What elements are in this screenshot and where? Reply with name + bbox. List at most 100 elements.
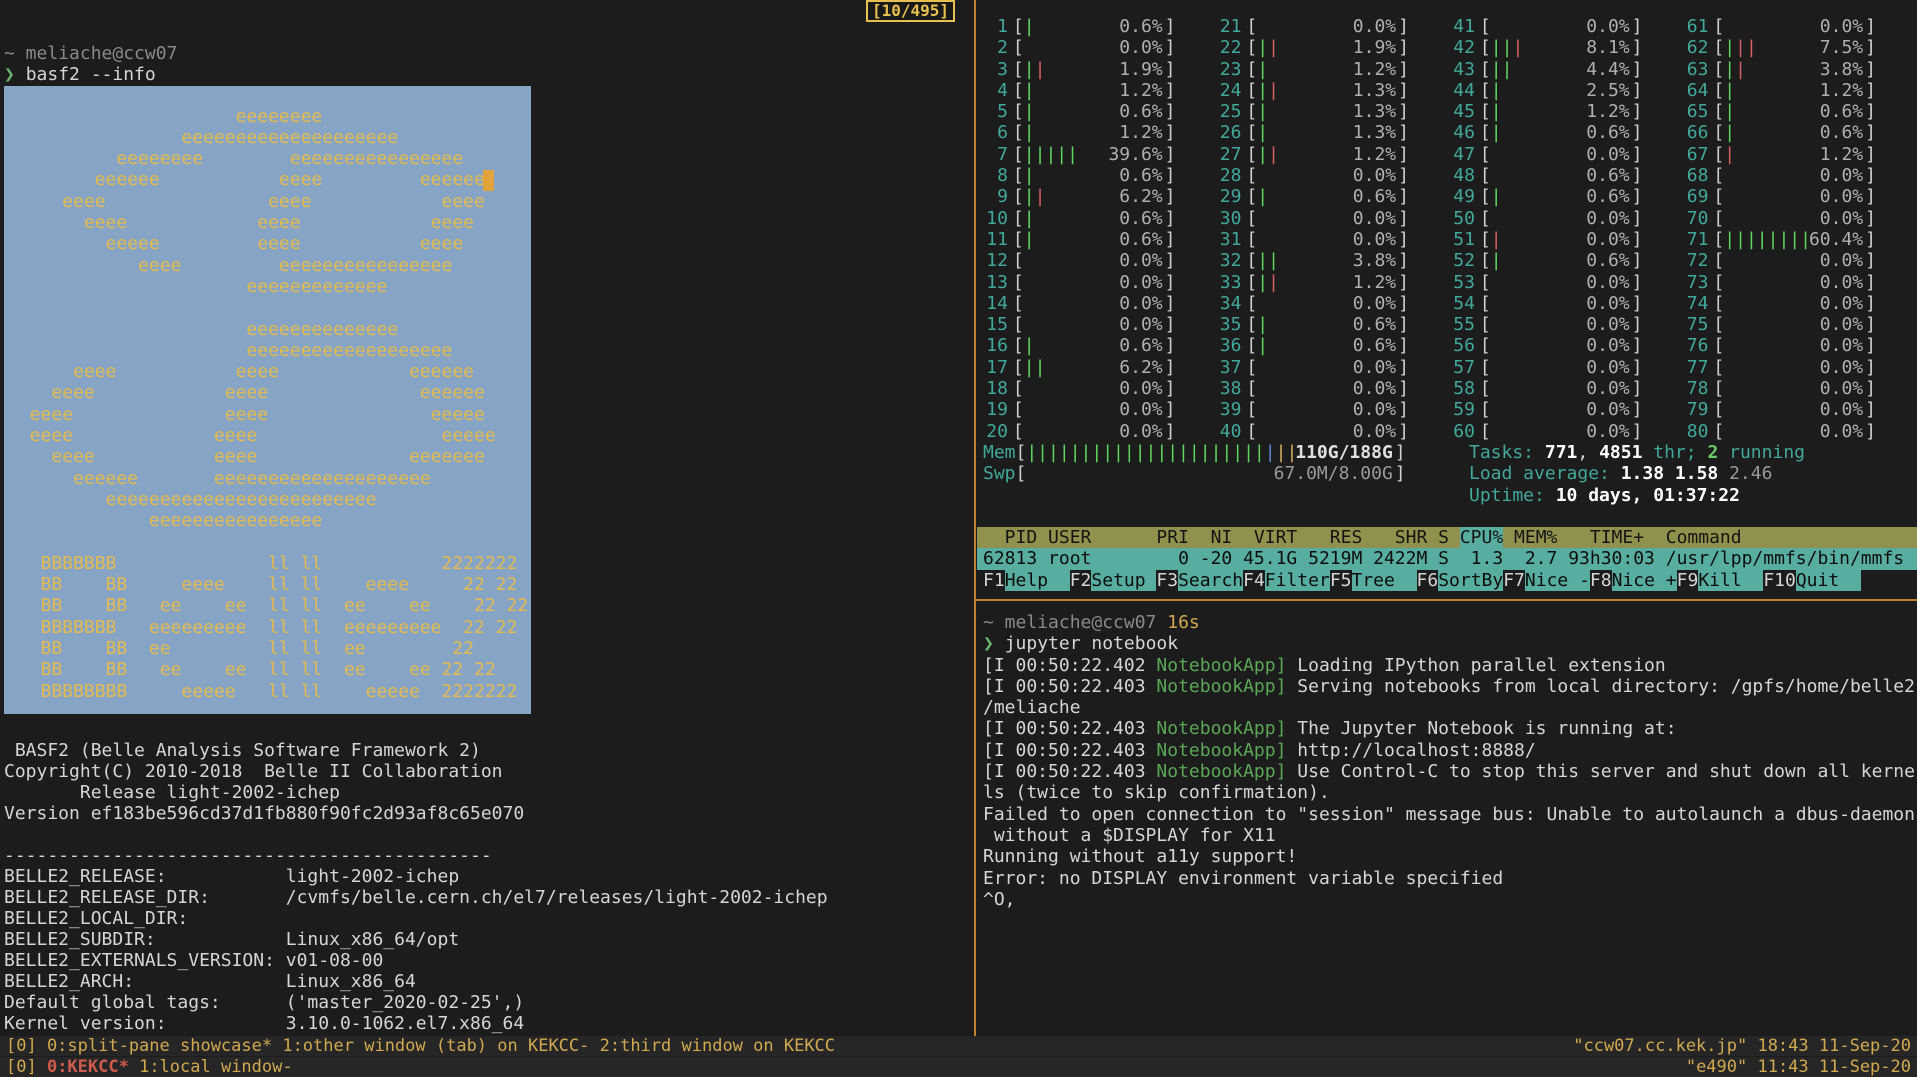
process-row-selected[interactable]: 62813 root 0 -20 45.1G 5219M 2422M S 1.3… [977,548,1917,569]
tmux-status-bar-local: [0] 0:KEKCC* 1:local window- "e490" 11:4… [0,1057,1917,1077]
tmux-window-list[interactable]: [0] 0:KEKCC* 1:local window- [6,1057,293,1077]
log-line: [I 00:50:22.403 NotebookApp] The Jupyter… [983,718,1917,739]
log-line: Error: no DISPLAY environment variable s… [983,868,1917,889]
cpu-meter-79: 79[0.0%] [1684,399,1917,420]
cpu-meter-54: 54[0.0%] [1450,293,1684,314]
cpu-meter-53: 53[0.0%] [1450,272,1684,293]
cpu-meter-76: 76[0.0%] [1684,335,1917,356]
load-average-line: Load average: 1.38 1.58 2.46 [1469,463,1805,484]
fnkey-f4[interactable]: F4Filter [1243,570,1330,591]
cursor-block [483,170,494,191]
swp-label: Swp [983,463,1016,484]
cpu-meter-24: 24[||1.3%] [1217,80,1451,101]
process-table-header[interactable]: PID USER PRI NI VIRT RES SHR S CPU% MEM%… [977,527,1917,548]
cpu-meter-70: 70[0.0%] [1684,208,1917,229]
cpu-meter-39: 39[0.0%] [1217,399,1451,420]
cpu-meter-50: 50[0.0%] [1450,208,1684,229]
cpu-meter-45: 45[|1.2%] [1450,101,1684,122]
cpu-meter-5: 5[|0.6%] [983,101,1217,122]
cpu-meter-67: 67[|1.2%] [1684,144,1917,165]
left-shell-pane[interactable]: ~ meliache@ccw07 ❯ basf2 --info eeeeeeee… [0,0,973,1036]
tmux-status-bar-remote: [0] 0:split-pane showcase* 1:other windo… [0,1036,1917,1056]
cpu-meter-34: 34[0.0%] [1217,293,1451,314]
tmux-host-clock: "ccw07.cc.kek.jp" 18:43 11-Sep-20 [1573,1036,1911,1056]
sort-column-cpu[interactable]: CPU% [1460,527,1503,548]
cpu-meter-41: 41[0.0%] [1450,16,1684,37]
cpu-meter-37: 37[0.0%] [1217,357,1451,378]
cpu-meter-63: 63[||3.8%] [1684,59,1917,80]
fnkey-f5[interactable]: F5Tree [1330,570,1417,591]
fnkey-f2[interactable]: F2Setup [1070,570,1157,591]
command-text: basf2 --info [26,64,156,85]
cpu-meter-21: 21[0.0%] [1217,16,1451,37]
mem-bar: ||||||||||||||||||||||||| [1026,442,1297,463]
prompt-arrow: ❯ [4,64,15,85]
cpu-meter-28: 28[0.0%] [1217,165,1451,186]
cpu-meter-2: 2[0.0%] [983,37,1217,58]
cpu-meter-12: 12[0.0%] [983,250,1217,271]
cpu-meter-72: 72[0.0%] [1684,250,1917,271]
uptime-line: Uptime: 10 days, 01:37:22 [1469,485,1805,506]
cpu-meter-73: 73[0.0%] [1684,272,1917,293]
fnkey-f10[interactable]: F10Quit [1763,570,1861,591]
pane-divider-vertical[interactable] [974,0,976,1036]
cpu-meter-47: 47[0.0%] [1450,144,1684,165]
memory-meters-row: Mem[|||||||||||||||||||||||||110G/188G] … [983,442,1917,506]
log-line: ^O, [983,889,1917,910]
cpu-meter-80: 80[0.0%] [1684,421,1917,442]
cpu-meter-13: 13[0.0%] [983,272,1217,293]
pane-divider-horizontal[interactable] [976,599,1917,601]
cpu-meter-20: 20[0.0%] [983,421,1217,442]
cpu-meter-11: 11[|0.6%] [983,229,1217,250]
fnkey-f9[interactable]: F9Kill [1677,570,1764,591]
cpu-meter-62: 62[|||7.5%] [1684,37,1917,58]
cpu-meter-10: 10[|0.6%] [983,208,1217,229]
fnkey-f3[interactable]: F3Search [1156,570,1243,591]
cpu-meter-69: 69[0.0%] [1684,186,1917,207]
jupyter-log-output: [I 00:50:22.402 NotebookApp] Loading IPy… [983,655,1917,911]
basf2-info-text: BASF2 (Belle Analysis Software Framework… [4,740,973,1034]
cpu-meter-29: 29[|0.6%] [1217,186,1451,207]
command-duration: 16s [1167,612,1200,633]
command-line: ❯ jupyter notebook [983,633,1917,654]
tmux-window-active: 0:KEKCC* [47,1057,129,1077]
basf2-logo-box: eeeeeeee eeeeeeeeeeeeeeeeeeee eeeeeeee e… [4,86,531,714]
system-stats: Tasks: 771, 4851 thr; 2 running Load ave… [1469,442,1805,506]
log-line: /meliache [983,697,1917,718]
cpu-meter-43: 43[||4.4%] [1450,59,1684,80]
mem-value: 110G/188G [1295,442,1393,463]
cpu-meter-7: 7[|||||39.6%] [983,144,1217,165]
cpu-meter-66: 66[|0.6%] [1684,122,1917,143]
cpu-meter-17: 17[||6.2%] [983,357,1217,378]
fnkey-f6[interactable]: F6SortBy [1417,570,1504,591]
swp-value: 67.0M/8.00G [1274,463,1393,484]
log-line: [I 00:50:22.402 NotebookApp] Loading IPy… [983,655,1917,676]
fnkey-f1[interactable]: F1Help [983,570,1070,591]
cpu-meter-40: 40[0.0%] [1217,421,1451,442]
cpu-meters-grid: 1[|0.6%]2[0.0%]3[||1.9%]4[|1.2%]5[|0.6%]… [983,16,1917,442]
fnkey-f7[interactable]: F7Nice - [1503,570,1590,591]
cpu-meter-75: 75[0.0%] [1684,314,1917,335]
cpu-meter-49: 49[|0.6%] [1450,186,1684,207]
htop-function-key-bar: F1HelpF2SetupF3SearchF4FilterF5TreeF6Sor… [983,570,1917,591]
cpu-meter-1: 1[|0.6%] [983,16,1217,37]
cpu-meter-19: 19[0.0%] [983,399,1217,420]
cpu-meter-36: 36[|0.6%] [1217,335,1451,356]
cpu-meter-22: 22[||1.9%] [1217,37,1451,58]
cpu-meter-48: 48[0.6%] [1450,165,1684,186]
cpu-meter-52: 52[|0.6%] [1450,250,1684,271]
cpu-meter-27: 27[||1.2%] [1217,144,1451,165]
prompt-arrow: ❯ [983,633,994,654]
basf2-ascii-logo: eeeeeeee eeeeeeeeeeeeeeeeeeee eeeeeeee e… [4,86,531,714]
jupyter-shell-pane[interactable]: ~ meliache@ccw07 16s ❯ jupyter notebook … [977,604,1917,1034]
fnkey-f8[interactable]: F8Nice + [1590,570,1677,591]
htop-pane[interactable]: 1[|0.6%]2[0.0%]3[||1.9%]4[|1.2%]5[|0.6%]… [977,0,1917,598]
prompt-context: ~ meliache@ccw07 [4,43,973,64]
tmux-window-list[interactable]: [0] 0:split-pane showcase* 1:other windo… [6,1036,835,1056]
cpu-meter-56: 56[0.0%] [1450,335,1684,356]
cpu-meter-18: 18[0.0%] [983,378,1217,399]
log-line: [I 00:50:22.403 NotebookApp] Serving not… [983,676,1917,697]
log-line: [I 00:50:22.403 NotebookApp] http://loca… [983,740,1917,761]
cpu-meter-6: 6[|1.2%] [983,122,1217,143]
cpu-meter-44: 44[|2.5%] [1450,80,1684,101]
